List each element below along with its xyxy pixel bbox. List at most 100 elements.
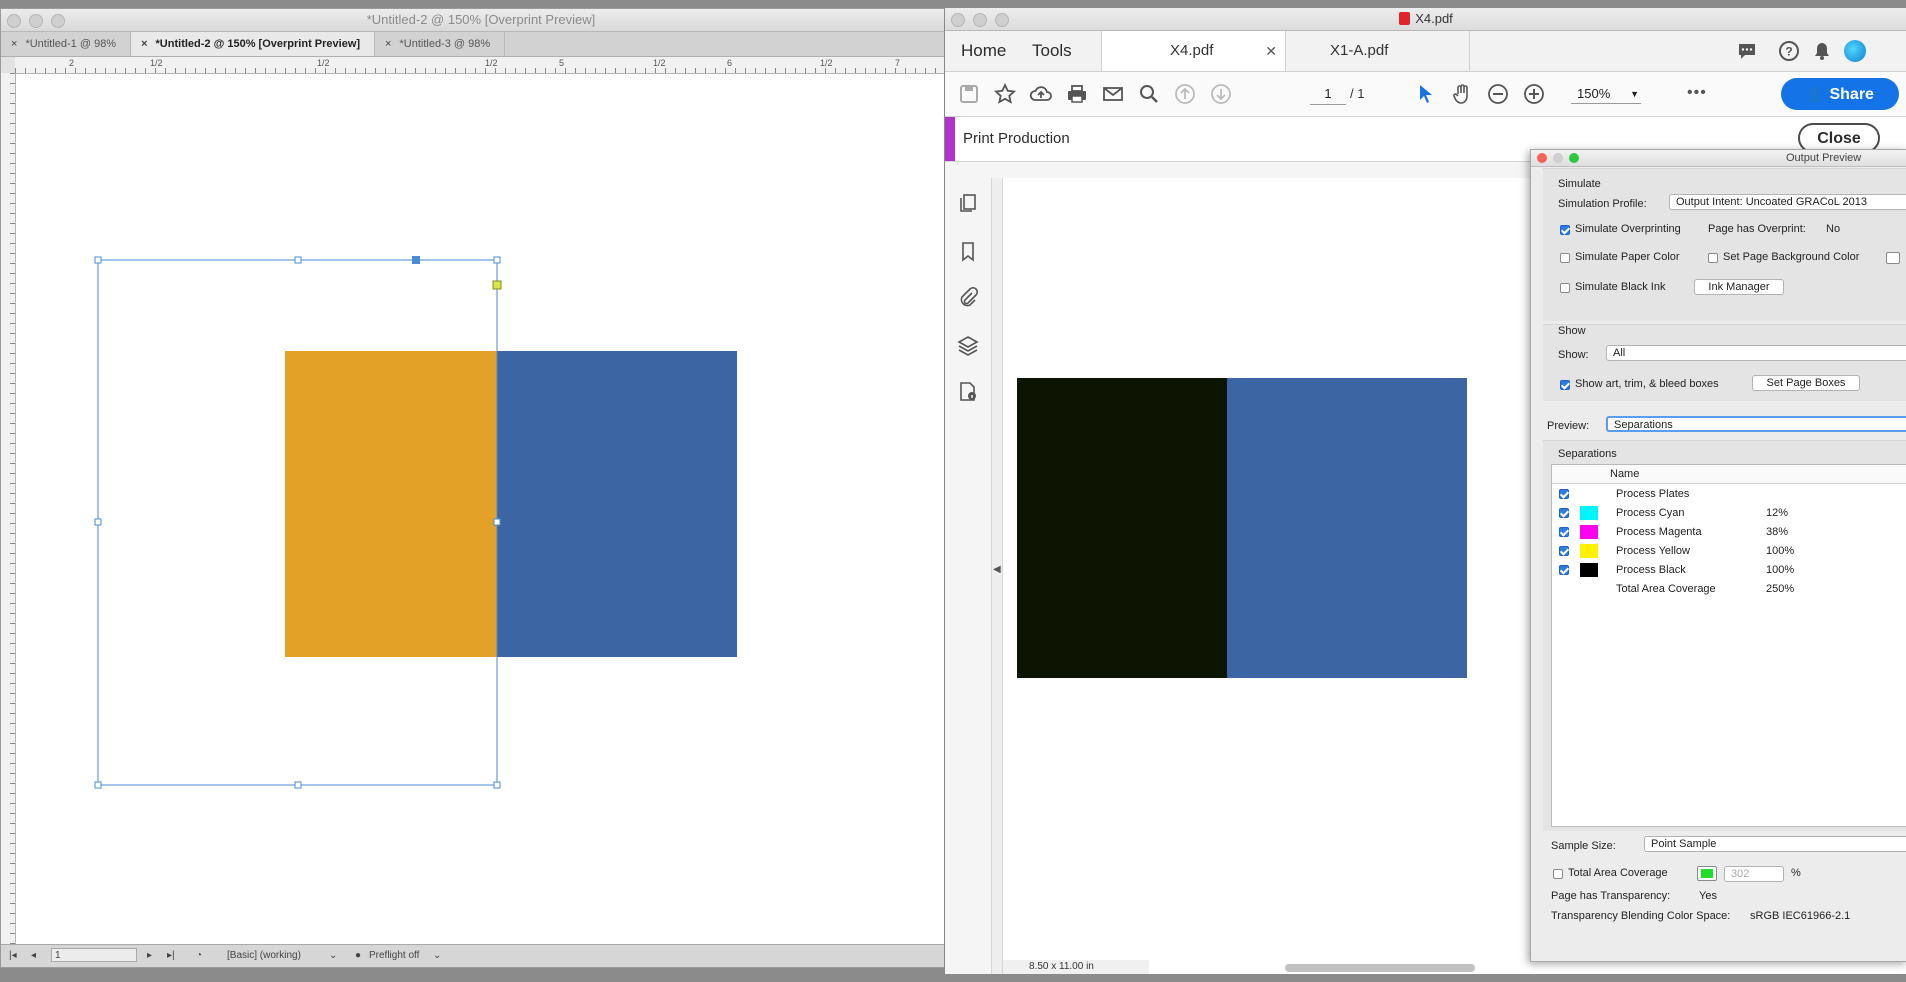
coverage-color-swatch[interactable] bbox=[1697, 866, 1717, 881]
simulate-overprinting-label: Simulate Overprinting bbox=[1575, 223, 1681, 235]
layout-canvas[interactable] bbox=[16, 74, 961, 945]
upload-cloud-icon[interactable] bbox=[1029, 82, 1053, 106]
sample-size-select[interactable]: Point Sample bbox=[1644, 836, 1906, 852]
nav-last-icon[interactable]: ▸| bbox=[167, 950, 175, 961]
simulate-paper-color-checkbox[interactable] bbox=[1560, 253, 1570, 263]
print-icon[interactable] bbox=[1065, 82, 1089, 106]
set-page-boxes-button[interactable]: Set Page Boxes bbox=[1752, 375, 1860, 391]
pages-icon[interactable] bbox=[957, 192, 979, 214]
content-grabber[interactable] bbox=[412, 256, 420, 264]
window-controls[interactable] bbox=[1537, 153, 1579, 163]
page-number-field[interactable]: 1 bbox=[51, 948, 137, 962]
simulate-black-ink-checkbox[interactable] bbox=[1560, 283, 1570, 293]
chevron-left-icon: ◀ bbox=[993, 564, 1001, 575]
layers-icon[interactable] bbox=[957, 334, 979, 356]
set-page-background-checkbox[interactable] bbox=[1708, 253, 1718, 263]
chevron-down-icon[interactable]: ⌄ bbox=[433, 950, 441, 961]
nav-next-icon[interactable]: ▸ bbox=[147, 950, 152, 961]
total-area-coverage-checkbox[interactable] bbox=[1553, 869, 1563, 879]
simulation-profile-select[interactable]: Output Intent: Uncoated GRACoL 2013 bbox=[1669, 194, 1906, 210]
zoom-in-icon[interactable] bbox=[1522, 82, 1546, 106]
select-cursor-icon[interactable] bbox=[1414, 82, 1438, 106]
chevron-down-icon: ▼ bbox=[1630, 89, 1639, 99]
separation-checkbox[interactable] bbox=[1559, 508, 1569, 518]
zoom-select[interactable]: 150% ▼ bbox=[1571, 84, 1641, 104]
nav-home[interactable]: Home bbox=[961, 41, 1006, 61]
blending-space-value: sRGB IEC61966-2.1 bbox=[1750, 910, 1851, 922]
table-row[interactable]: Process Black 100% bbox=[1552, 561, 1906, 580]
separation-checkbox[interactable] bbox=[1559, 565, 1569, 575]
sample-size-label: Sample Size: bbox=[1551, 840, 1616, 852]
corner-option-handle[interactable] bbox=[492, 280, 502, 290]
previous-page-icon[interactable] bbox=[1173, 82, 1197, 106]
horizontal-ruler[interactable]: 2 1/2 1/2 1/2 5 1/2 6 1/2 7 bbox=[15, 57, 961, 74]
next-page-icon[interactable] bbox=[1209, 82, 1233, 106]
avatar[interactable] bbox=[1844, 40, 1866, 62]
tab-untitled-2[interactable]: × *Untitled-2 @ 150% [Overprint Preview] bbox=[131, 32, 376, 56]
close-icon[interactable]: × bbox=[385, 38, 391, 50]
separation-checkbox[interactable] bbox=[1559, 546, 1569, 556]
close-icon[interactable]: × bbox=[141, 38, 147, 50]
table-row[interactable]: Process Cyan 12% bbox=[1552, 504, 1906, 523]
find-zoom-icon[interactable] bbox=[1137, 82, 1161, 106]
horizontal-scrollbar[interactable] bbox=[1285, 964, 1475, 972]
tab-untitled-3[interactable]: × *Untitled-3 @ 98% bbox=[375, 32, 506, 56]
status-bar: |◂ ◂ 1 ▸ ▸| ◔ [Basic] (working) ⌄ ● Pref… bbox=[1, 944, 961, 967]
page-has-transparency-value: Yes bbox=[1699, 890, 1717, 902]
tab-x1a-pdf[interactable]: X1-A.pdf bbox=[1285, 31, 1470, 71]
background-color-swatch[interactable] bbox=[1886, 252, 1900, 264]
pdf-file-icon bbox=[1399, 12, 1411, 25]
show-select[interactable]: All bbox=[1606, 345, 1906, 361]
ink-manager-button[interactable]: Ink Manager bbox=[1694, 279, 1784, 295]
window-controls[interactable] bbox=[7, 14, 65, 28]
close-icon[interactable]: × bbox=[11, 38, 17, 50]
blue-rectangle[interactable] bbox=[497, 351, 737, 657]
separation-checkbox[interactable] bbox=[1559, 489, 1569, 499]
orange-rectangle[interactable] bbox=[285, 351, 498, 657]
share-button[interactable]: 👤 Share bbox=[1781, 78, 1899, 110]
more-options-icon[interactable]: ••• bbox=[1687, 84, 1707, 102]
ruler-label: 5 bbox=[559, 58, 565, 68]
close-icon[interactable]: ✕ bbox=[1265, 31, 1277, 71]
comment-icon[interactable] bbox=[1736, 40, 1758, 62]
tab-x4-pdf[interactable]: X4.pdf ✕ bbox=[1101, 31, 1286, 71]
email-icon[interactable] bbox=[1101, 82, 1125, 106]
vertical-ruler[interactable] bbox=[1, 73, 16, 945]
table-row[interactable]: Process Yellow 100% bbox=[1552, 542, 1906, 561]
ruler-origin[interactable] bbox=[1, 57, 16, 74]
tab-untitled-1[interactable]: × *Untitled-1 @ 98% bbox=[1, 32, 132, 56]
ruler-label: 1/2 bbox=[317, 58, 330, 68]
nav-first-icon[interactable]: |◂ bbox=[9, 950, 17, 961]
magenta-swatch bbox=[1580, 525, 1598, 539]
output-preview-titlebar: Output Preview bbox=[1531, 150, 1906, 167]
separation-checkbox[interactable] bbox=[1559, 527, 1569, 537]
blue-separation-block bbox=[1227, 378, 1467, 678]
coverage-value-select[interactable]: 302 bbox=[1724, 866, 1784, 882]
attachment-icon[interactable] bbox=[957, 286, 979, 308]
save-icon[interactable] bbox=[957, 82, 981, 106]
chevron-down-icon[interactable]: ⌄ bbox=[329, 950, 337, 961]
preflight-status[interactable]: Preflight off bbox=[369, 950, 419, 961]
style-status[interactable]: [Basic] (working) bbox=[227, 950, 301, 961]
sidebar-collapse-handle[interactable]: ◀ bbox=[992, 178, 1003, 974]
hand-tool-icon[interactable] bbox=[1450, 82, 1474, 106]
document-info-icon[interactable] bbox=[957, 380, 979, 402]
page-number-input[interactable]: 1 bbox=[1310, 84, 1346, 105]
help-icon[interactable]: ? bbox=[1778, 40, 1800, 62]
show-art-trim-bleed-checkbox[interactable] bbox=[1560, 380, 1570, 390]
star-icon[interactable] bbox=[993, 82, 1017, 106]
table-row[interactable]: Total Area Coverage 250% bbox=[1552, 580, 1906, 599]
window-controls[interactable] bbox=[951, 13, 1009, 27]
table-row[interactable]: Process Magenta 38% bbox=[1552, 523, 1906, 542]
nav-prev-icon[interactable]: ◂ bbox=[31, 950, 36, 961]
simulate-overprinting-checkbox[interactable] bbox=[1560, 225, 1570, 235]
bookmark-icon[interactable] bbox=[957, 240, 979, 262]
document-size: 8.50 x 11.00 in bbox=[1003, 960, 1149, 974]
table-row[interactable]: Process Plates bbox=[1552, 485, 1906, 504]
preview-mode-icon[interactable]: ◔ bbox=[196, 950, 202, 961]
notification-bell-icon[interactable] bbox=[1811, 40, 1833, 62]
document-tab-bar: × *Untitled-1 @ 98% × *Untitled-2 @ 150% [… bbox=[1, 32, 961, 57]
zoom-out-icon[interactable] bbox=[1486, 82, 1510, 106]
nav-tools[interactable]: Tools bbox=[1032, 41, 1072, 61]
preview-select[interactable]: Separations bbox=[1606, 416, 1906, 432]
